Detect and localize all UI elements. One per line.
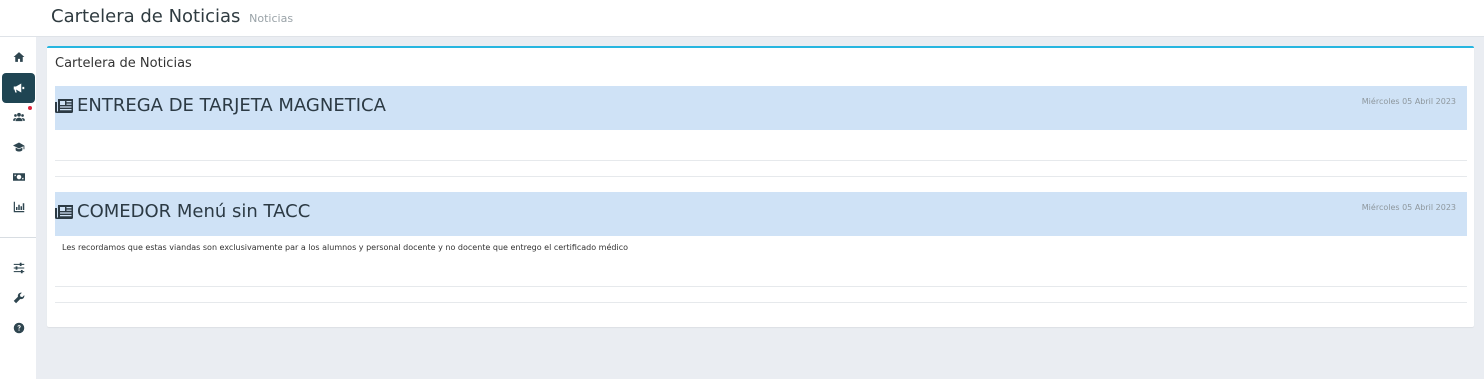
bar-chart-icon bbox=[13, 201, 24, 213]
page-subtitle: Noticias bbox=[249, 12, 294, 25]
divider bbox=[55, 286, 1467, 287]
news-title-text: ENTREGA DE TARJETA MAGNETICA bbox=[77, 95, 386, 116]
divider bbox=[55, 160, 1467, 161]
sidebar-item-payments[interactable] bbox=[2, 162, 35, 192]
sliders-icon bbox=[13, 262, 24, 274]
divider bbox=[55, 302, 1467, 303]
graduation-cap-icon bbox=[12, 142, 24, 152]
users-icon bbox=[12, 112, 25, 122]
divider bbox=[55, 176, 1467, 177]
news-header: ENTREGA DE TARJETA MAGNETICA Miércoles 0… bbox=[55, 86, 1467, 130]
sidebar-item-tools[interactable] bbox=[2, 283, 35, 313]
sidebar bbox=[0, 37, 36, 379]
news-item[interactable]: ENTREGA DE TARJETA MAGNETICA Miércoles 0… bbox=[55, 86, 1467, 178]
sidebar-item-home[interactable] bbox=[2, 42, 35, 72]
sidebar-item-academic[interactable] bbox=[2, 132, 35, 162]
top-header: Cartelera de Noticias Noticias bbox=[0, 0, 1484, 37]
news-title: COMEDOR Menú sin TACC bbox=[55, 201, 310, 222]
news-date: Miércoles 05 Abril 2023 bbox=[1361, 97, 1456, 106]
sidebar-item-announcements[interactable] bbox=[2, 73, 35, 103]
sidebar-item-help[interactable] bbox=[2, 313, 35, 343]
wrench-icon bbox=[13, 292, 24, 304]
news-title: ENTREGA DE TARJETA MAGNETICA bbox=[55, 95, 386, 116]
news-header: COMEDOR Menú sin TACC Miércoles 05 Abril… bbox=[55, 192, 1467, 236]
main-content: Cartelera de Noticias ENTREGA DE TARJETA… bbox=[36, 37, 1484, 379]
news-date: Miércoles 05 Abril 2023 bbox=[1361, 203, 1456, 212]
news-title-text: COMEDOR Menú sin TACC bbox=[77, 201, 311, 222]
card-title: Cartelera de Noticias bbox=[55, 56, 192, 71]
page-title-text: Cartelera de Noticias bbox=[51, 6, 241, 27]
news-item[interactable]: COMEDOR Menú sin TACC Miércoles 05 Abril… bbox=[55, 192, 1467, 306]
sidebar-divider bbox=[0, 237, 36, 238]
money-bill-icon bbox=[12, 173, 25, 181]
sidebar-item-users[interactable] bbox=[2, 102, 35, 132]
page-title: Cartelera de Noticias Noticias bbox=[51, 6, 293, 27]
sidebar-item-settings[interactable] bbox=[2, 253, 35, 283]
news-body: Les recordamos que estas viandas son exc… bbox=[62, 243, 628, 252]
newspaper-icon bbox=[55, 204, 73, 219]
sidebar-item-reports[interactable] bbox=[2, 192, 35, 222]
help-circle-icon bbox=[13, 322, 24, 334]
megaphone-icon bbox=[13, 83, 24, 93]
notification-dot bbox=[28, 106, 32, 110]
home-icon bbox=[13, 52, 24, 62]
news-board-card: Cartelera de Noticias ENTREGA DE TARJETA… bbox=[47, 46, 1474, 327]
newspaper-icon bbox=[55, 98, 73, 113]
